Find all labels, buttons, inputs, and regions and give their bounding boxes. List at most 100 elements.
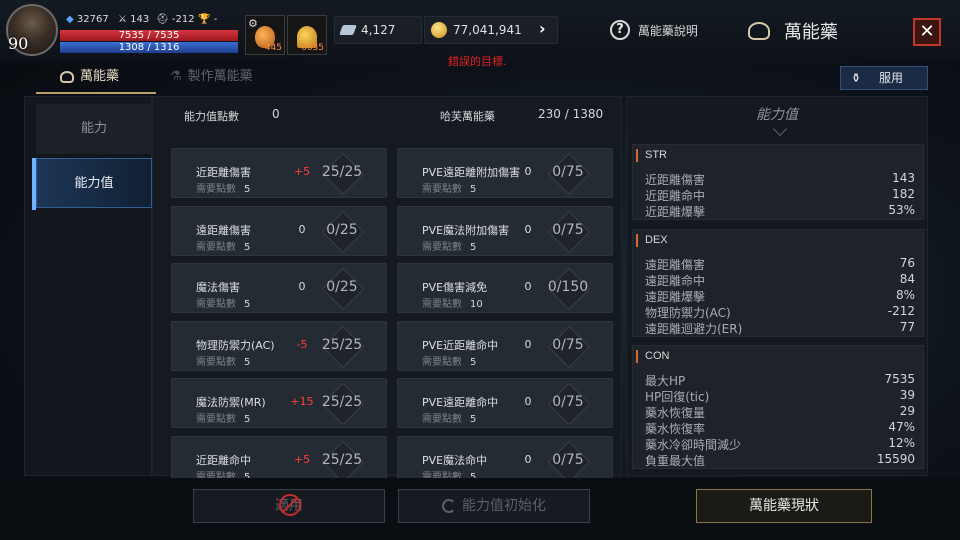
tab-elixir[interactable]: 萬能藥 xyxy=(36,66,156,94)
section-accent xyxy=(636,234,638,247)
stat-row: 遠距離命中 84 xyxy=(645,272,915,289)
stat-row-value: 39 xyxy=(899,388,915,402)
stat-card[interactable]: PVE魔法附加傷害 需要點數 5 0 0/75 xyxy=(397,205,613,256)
prohibited-icon xyxy=(279,494,301,516)
elixir-tab-icon xyxy=(60,70,74,83)
tab-craft-label: 製作萬能藥 xyxy=(187,69,253,84)
stat-row-value: 47% xyxy=(888,420,915,434)
cost-label: 需要點數 xyxy=(422,414,462,425)
stat-row-label: 近距離命中 xyxy=(645,189,706,203)
stat-card-cost: 需要點數 5 xyxy=(196,353,250,368)
stat-card-name: 魔法防禦(MR) xyxy=(196,396,266,409)
stat-section-con: CON 最大HP 7535 HP回復(tic) 39 藥水恢復量 29 藥水恢復率 47% 藥水冷… xyxy=(632,345,924,469)
stat-card[interactable]: 魔法傷害 需要點數 5 0 0/25 xyxy=(171,263,387,313)
cost-label: 需要點數 xyxy=(422,299,462,310)
gold-coin-icon xyxy=(431,22,447,38)
stat-card-cost: 需要點數 5 xyxy=(422,410,476,425)
stat-card-level: 0/25 xyxy=(326,279,358,295)
help-label: 萬能藥說明 xyxy=(637,23,698,38)
help-button[interactable]: ? 萬能藥說明 xyxy=(610,20,698,40)
apply-button[interactable]: 適用 xyxy=(193,489,385,523)
page-title-text: 萬能藥 xyxy=(783,22,838,43)
use-button[interactable]: ⚱ 服用 xyxy=(840,66,928,90)
elixir-total-value: 230 / 1380 xyxy=(538,107,604,121)
stat-card-level: 0/75 xyxy=(552,164,584,180)
stat-row-label: 近距離傷害 xyxy=(645,173,706,187)
item-slot-potion[interactable]: ⚙ 445 xyxy=(245,15,285,55)
cost-value: 5 xyxy=(470,414,477,425)
stat-row: 藥水恢復量 29 xyxy=(645,404,915,421)
stat-card-level: 25/25 xyxy=(321,164,363,180)
close-button[interactable]: ✕ xyxy=(913,18,941,46)
cost-value: 5 xyxy=(244,356,251,368)
hp-text: 7535 / 7535 xyxy=(118,30,180,41)
cost-value: 5 xyxy=(470,241,477,253)
reset-stats-button[interactable]: 能力值初始化 xyxy=(398,489,590,523)
stat-card-name: PVE遠距離附加傷害 xyxy=(422,166,521,179)
cost-label: 需要點數 xyxy=(196,184,236,195)
stat-card[interactable]: PVE遠距離命中 需要點數 5 0 0/75 xyxy=(397,378,613,428)
stat-card-level: 0/75 xyxy=(552,336,584,353)
stat-row-value: 15590 xyxy=(876,452,915,466)
points-label: 能力值點數 xyxy=(184,110,239,123)
stat-row-label: 遠距離迴避力(ER) xyxy=(645,322,743,336)
stat-row-label: 遠距離傷害 xyxy=(645,258,706,272)
cost-label: 需要點數 xyxy=(196,356,236,368)
stat-row-value: 84 xyxy=(899,272,915,286)
character-level: 90 xyxy=(8,34,29,53)
nav-stats[interactable]: 能力值 xyxy=(36,158,152,208)
mp-text: 1308 / 1316 xyxy=(118,42,180,53)
stat-row-value: -212 xyxy=(887,304,915,318)
stat-card[interactable]: PVE傷害減免 需要點數 10 0 0/150 xyxy=(397,263,613,313)
stat-row: 遠距離傷害 76 xyxy=(645,256,915,273)
stat-section-dex: DEX 遠距離傷害 76 遠距離命中 84 遠距離爆擊 8% 物理防禦力(AC) -212 遠距離… xyxy=(632,229,924,337)
page-title: 萬能藥 xyxy=(748,18,838,44)
cost-label: 需要點數 xyxy=(422,356,462,368)
stat-row-label: 遠距離爆擊 xyxy=(645,290,706,304)
stat-card[interactable]: PVE近距離命中 需要點數 5 0 0/75 xyxy=(397,320,613,371)
stat-card-name: 物理防禦力(AC) xyxy=(196,338,275,352)
cost-value: 5 xyxy=(244,299,251,310)
stat-row-label: 藥水恢復率 xyxy=(645,422,706,436)
help-icon: ? xyxy=(610,20,630,40)
stat-row-label: 藥水冷卻時間減少 xyxy=(645,438,742,452)
item-count: 6635 xyxy=(301,43,324,53)
elixir-total-label: 哈芙萬能藥 xyxy=(440,110,495,123)
attack-stat: ⚔ 143 xyxy=(118,14,150,25)
stat-row-label: 物理防禦力(AC) xyxy=(645,306,731,320)
stat-card[interactable]: 近距離傷害 需要點數 5 +5 25/25 xyxy=(171,148,387,198)
stat-card[interactable]: PVE遠距離附加傷害 需要點數 5 0 0/75 xyxy=(397,148,613,198)
mp-bar: 1308 / 1316 xyxy=(60,42,238,53)
stat-row-label: 負重最大值 xyxy=(645,454,706,468)
section-title: STR xyxy=(645,149,667,161)
stat-card[interactable]: 魔法防禦(MR) 需要點數 5 +15 25/25 xyxy=(171,378,387,428)
gem-amount: 4,127 xyxy=(361,23,396,37)
elixir-status-button[interactable]: 萬能藥現狀 xyxy=(696,489,872,523)
nav-active-marker xyxy=(32,158,36,210)
stat-row: 遠距離迴避力(ER) 77 xyxy=(645,320,915,337)
nav-ability[interactable]: 能力 xyxy=(36,104,152,154)
stat-card-name: 魔法傷害 xyxy=(196,281,240,294)
trophy-icon: 🏆 xyxy=(198,14,214,25)
item-slot-elixir[interactable]: 6635 xyxy=(287,15,327,55)
cost-value: 5 xyxy=(470,356,477,368)
cost-label: 需要點數 xyxy=(422,184,462,195)
error-message: 錯誤的目標. xyxy=(448,55,507,68)
cost-value: 5 xyxy=(470,184,477,195)
stat-card-name: PVE魔法附加傷害 xyxy=(422,223,510,237)
stat-row: HP回復(tic) 39 xyxy=(645,388,915,405)
stat-card-cost: 需要點數 5 xyxy=(422,180,476,195)
stat-section-str: STR 近距離傷害 143 近距離命中 182 近距離爆擊 53% xyxy=(632,144,924,220)
stat-row-value: 143 xyxy=(892,171,915,185)
stat-card-name: 近距離傷害 xyxy=(196,166,251,179)
stat-card[interactable]: 物理防禦力(AC) 需要點數 5 -5 25/25 xyxy=(171,320,387,371)
defense-stat: ⛑ -212 xyxy=(156,14,195,25)
stat-card-name: PVE傷害減免 xyxy=(422,281,488,294)
stat-row: 負重最大值 15590 xyxy=(645,452,915,469)
tab-craft[interactable]: ⚗ 製作萬能藥 xyxy=(170,66,300,94)
chevron-right-icon[interactable]: › xyxy=(539,19,546,38)
stat-row: 物理防禦力(AC) -212 xyxy=(645,304,915,321)
stat-card[interactable]: 遠距離傷害 需要點數 5 0 0/25 xyxy=(171,205,387,256)
stat-summary-title: 能力值 xyxy=(756,107,798,123)
power-stat: ◆ 32767 xyxy=(66,14,109,25)
